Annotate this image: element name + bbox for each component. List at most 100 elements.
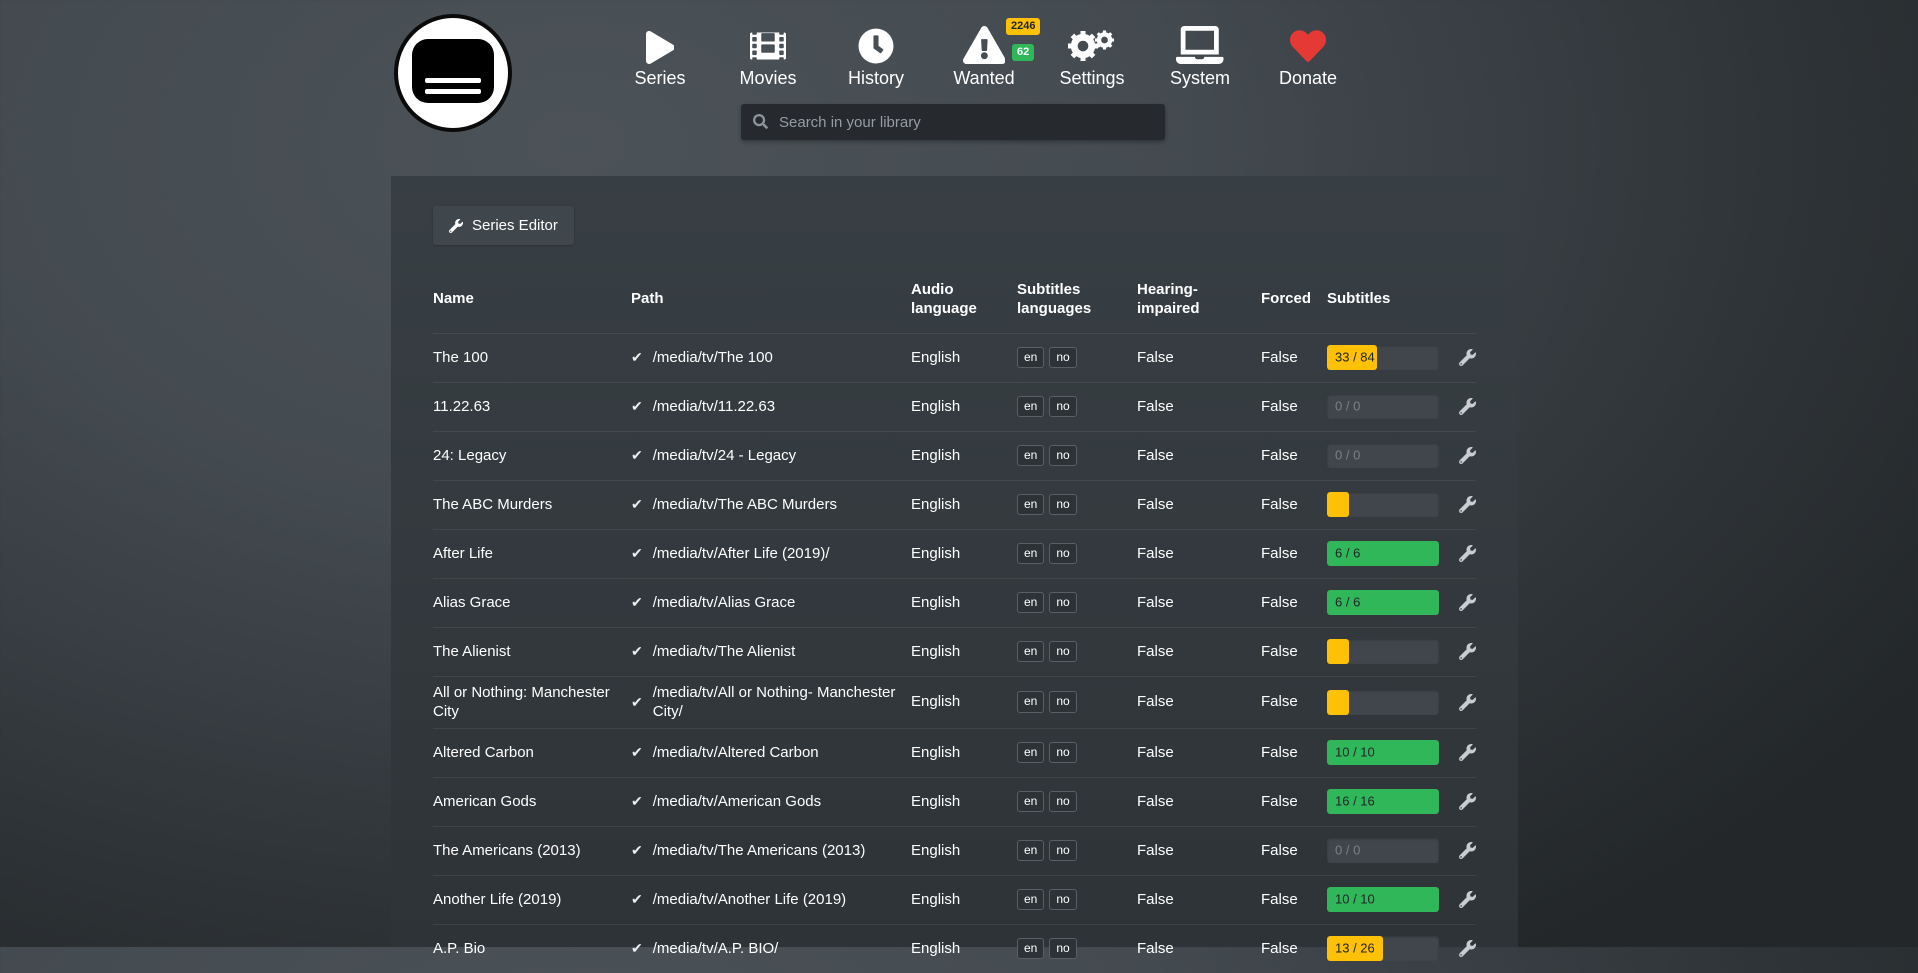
wrench-icon[interactable] bbox=[1459, 891, 1476, 908]
check-icon: ✔ bbox=[631, 397, 643, 415]
header-path: Path bbox=[631, 290, 911, 309]
check-icon: ✔ bbox=[631, 841, 643, 859]
subtitles-progress-cell bbox=[1327, 690, 1456, 715]
series-name-link[interactable]: Another Life (2019) bbox=[433, 890, 631, 910]
check-icon: ✔ bbox=[631, 693, 643, 711]
search-icon bbox=[753, 114, 768, 129]
language-badge: no bbox=[1049, 938, 1076, 959]
check-icon: ✔ bbox=[631, 495, 643, 513]
series-path-text: /media/tv/Another Life (2019) bbox=[653, 890, 846, 910]
subtitles-progress-bar bbox=[1327, 639, 1439, 664]
language-badge: no bbox=[1049, 742, 1076, 763]
forced-value: False bbox=[1261, 792, 1327, 812]
progress-label: 0 / 0 bbox=[1335, 398, 1360, 415]
series-name-link[interactable]: After Life bbox=[433, 544, 631, 564]
table-row: After Life ✔ /media/tv/After Life (2019)… bbox=[433, 529, 1476, 578]
nav-item-history[interactable]: History bbox=[828, 18, 924, 89]
nav-item-movies[interactable]: Movies bbox=[720, 18, 816, 89]
series-path-text: /media/tv/American Gods bbox=[653, 792, 821, 812]
forced-value: False bbox=[1261, 593, 1327, 613]
subtitles-progress-bar: 0 / 0 bbox=[1327, 443, 1439, 468]
wrench-icon[interactable] bbox=[1459, 694, 1476, 711]
nav-item-series[interactable]: Series bbox=[612, 18, 708, 89]
forced-value: False bbox=[1261, 495, 1327, 515]
hearing-impaired-value: False bbox=[1137, 495, 1261, 515]
series-path-text: /media/tv/A.P. BIO/ bbox=[653, 939, 779, 959]
table-row: 24: Legacy ✔ /media/tv/24 - Legacy Engli… bbox=[433, 431, 1476, 480]
audio-language-value: English bbox=[911, 495, 1017, 515]
nav-label-history: History bbox=[828, 68, 924, 89]
series-name-link[interactable]: The 100 bbox=[433, 348, 631, 368]
series-path: ✔ /media/tv/All or Nothing- Manchester C… bbox=[631, 683, 911, 722]
forced-value: False bbox=[1261, 939, 1327, 959]
series-path-text: /media/tv/The ABC Murders bbox=[653, 495, 837, 515]
header-subtitles-languages: Subtitles languages bbox=[1017, 281, 1137, 319]
series-name-link[interactable]: 24: Legacy bbox=[433, 446, 631, 466]
series-name-link[interactable]: A.P. Bio bbox=[433, 939, 631, 959]
table-row: The Americans (2013) ✔ /media/tv/The Ame… bbox=[433, 826, 1476, 875]
check-icon: ✔ bbox=[631, 792, 643, 810]
series-name-link[interactable]: Alias Grace bbox=[433, 593, 631, 613]
language-badge: no bbox=[1049, 494, 1076, 515]
wrench-icon[interactable] bbox=[1459, 744, 1476, 761]
hearing-impaired-value: False bbox=[1137, 397, 1261, 417]
series-editor-button[interactable]: Series Editor bbox=[433, 206, 574, 245]
language-badge: en bbox=[1017, 791, 1044, 812]
progress-label: 0 / 0 bbox=[1335, 447, 1360, 464]
search-input[interactable] bbox=[777, 104, 1157, 140]
bazarr-logo-card bbox=[412, 39, 494, 103]
audio-language-value: English bbox=[911, 593, 1017, 613]
hearing-impaired-value: False bbox=[1137, 939, 1261, 959]
series-editor-label: Series Editor bbox=[472, 217, 558, 234]
audio-language-value: English bbox=[911, 743, 1017, 763]
check-icon: ✔ bbox=[631, 348, 643, 366]
subtitles-progress-bar: 16 / 16 bbox=[1327, 789, 1439, 814]
audio-language-value: English bbox=[911, 642, 1017, 662]
series-path: ✔ /media/tv/Another Life (2019) bbox=[631, 890, 911, 910]
progress-fill bbox=[1327, 690, 1349, 715]
wrench-icon[interactable] bbox=[1459, 940, 1476, 957]
forced-value: False bbox=[1261, 397, 1327, 417]
subtitles-progress-bar: 0 / 0 bbox=[1327, 394, 1439, 419]
language-badge: no bbox=[1049, 592, 1076, 613]
series-path-text: /media/tv/Altered Carbon bbox=[653, 743, 819, 763]
nav-label-donate: Donate bbox=[1260, 68, 1356, 89]
content-panel: Series Editor Name Path Audio language S… bbox=[391, 176, 1518, 947]
subtitles-progress-cell: 0 / 0 bbox=[1327, 838, 1456, 863]
hearing-impaired-value: False bbox=[1137, 890, 1261, 910]
series-name-link[interactable]: 11.22.63 bbox=[433, 397, 631, 417]
wrench-icon[interactable] bbox=[1459, 842, 1476, 859]
series-path-text: /media/tv/The Americans (2013) bbox=[653, 841, 866, 861]
nav-item-system[interactable]: System bbox=[1152, 18, 1248, 89]
nav-item-settings[interactable]: Settings bbox=[1044, 18, 1140, 89]
series-path-text: /media/tv/The 100 bbox=[653, 348, 773, 368]
subtitles-languages-badges: enno bbox=[1017, 347, 1137, 368]
language-badge: no bbox=[1049, 791, 1076, 812]
language-badge: en bbox=[1017, 742, 1044, 763]
wrench-icon[interactable] bbox=[1459, 349, 1476, 366]
nav-item-wanted[interactable]: 2246 62 Wanted bbox=[936, 18, 1032, 89]
wrench-icon[interactable] bbox=[1459, 594, 1476, 611]
wrench-icon[interactable] bbox=[1459, 643, 1476, 660]
header-forced: Forced bbox=[1261, 290, 1327, 309]
hearing-impaired-value: False bbox=[1137, 593, 1261, 613]
series-path: ✔ /media/tv/11.22.63 bbox=[631, 397, 911, 417]
subtitles-languages-badges: enno bbox=[1017, 840, 1137, 861]
bazarr-logo[interactable] bbox=[394, 14, 512, 132]
nav-item-donate[interactable]: Donate bbox=[1260, 18, 1356, 89]
series-name-link[interactable]: American Gods bbox=[433, 792, 631, 812]
wrench-icon[interactable] bbox=[1459, 545, 1476, 562]
forced-value: False bbox=[1261, 841, 1327, 861]
subtitles-progress-bar: 13 / 26 bbox=[1327, 936, 1439, 961]
series-name-link[interactable]: The ABC Murders bbox=[433, 495, 631, 515]
series-name-link[interactable]: Altered Carbon bbox=[433, 743, 631, 763]
series-name-link[interactable]: The Alienist bbox=[433, 642, 631, 662]
wrench-icon[interactable] bbox=[1459, 496, 1476, 513]
wrench-icon[interactable] bbox=[1459, 793, 1476, 810]
series-name-link[interactable]: The Americans (2013) bbox=[433, 841, 631, 861]
progress-label: 10 / 10 bbox=[1335, 891, 1375, 908]
wrench-icon[interactable] bbox=[1459, 447, 1476, 464]
series-name-link[interactable]: All or Nothing: Manchester City bbox=[433, 683, 631, 722]
subtitles-progress-cell: 33 / 84 bbox=[1327, 345, 1456, 370]
wrench-icon[interactable] bbox=[1459, 398, 1476, 415]
